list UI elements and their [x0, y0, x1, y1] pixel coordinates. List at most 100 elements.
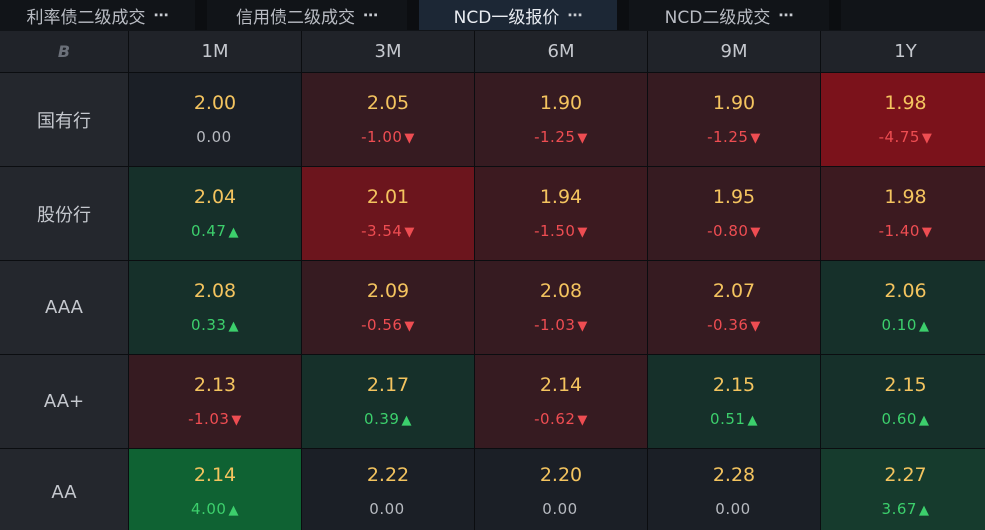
rate-change: -3.54 ▼ — [361, 222, 415, 242]
rate-value: 2.01 — [366, 185, 410, 208]
rate-change: -0.56 ▼ — [361, 316, 415, 336]
change-value: 4.00 — [191, 500, 227, 518]
rate-change: -0.62 ▼ — [534, 410, 588, 430]
quote-cell[interactable]: 2.05 -1.00 ▼ — [302, 73, 474, 166]
change-arrow-icon: ▼ — [577, 412, 588, 428]
change-value: -0.56 — [361, 315, 403, 334]
change-arrow-icon: ▼ — [750, 318, 761, 334]
change-value: 0.51 — [710, 409, 746, 428]
column-header-1m: 1M — [129, 31, 301, 72]
rate-change: 0.00 — [715, 500, 752, 520]
tab-credit-bond-secondary[interactable]: 信用债二级成交 ⋯ — [207, 0, 407, 30]
change-arrow-icon: ▼ — [750, 130, 761, 146]
change-arrow-icon: ▲ — [918, 503, 930, 518]
change-arrow-icon: ▼ — [577, 130, 588, 146]
change-value: -1.00 — [361, 127, 403, 146]
change-arrow-icon: ▲ — [228, 224, 239, 240]
quote-cell[interactable]: 2.08 -1.03 ▼ — [475, 261, 647, 354]
change-arrow-icon: ▼ — [577, 224, 588, 240]
rate-value: 2.09 — [366, 279, 410, 302]
quote-cell[interactable]: 2.09 -0.56 ▼ — [302, 261, 474, 354]
change-arrow-icon: ▲ — [401, 412, 412, 428]
change-value: -3.54 — [361, 221, 403, 240]
corner-cell: B — [0, 31, 128, 72]
quote-cell[interactable]: 1.90 -1.25 ▼ — [648, 73, 820, 166]
quote-cell[interactable]: 2.13 -1.03 ▼ — [129, 355, 301, 448]
change-arrow-icon: ▲ — [918, 412, 930, 428]
rate-change: -1.03 ▼ — [534, 316, 588, 336]
rate-change: -1.25 ▼ — [707, 128, 761, 148]
change-value: -1.25 — [707, 127, 749, 146]
tab-rate-bond-secondary[interactable]: 利率债二级成交 ⋯ — [0, 0, 195, 30]
row-label-aa: AA — [0, 449, 128, 530]
quote-cell[interactable]: 2.00 0.00 — [129, 73, 301, 166]
quote-cell[interactable]: 1.94 -1.50 ▼ — [475, 167, 647, 260]
change-arrow-icon: ▲ — [228, 503, 239, 518]
rate-value: 1.90 — [712, 91, 756, 114]
more-icon[interactable]: ⋯ — [567, 6, 582, 24]
tab-ncd-secondary[interactable]: NCD二级成交 ⋯ — [629, 0, 829, 30]
quote-cell[interactable]: 1.98 -1.40 ▼ — [821, 167, 985, 260]
change-value: 0.00 — [715, 500, 751, 518]
quote-cell[interactable]: 2.27 3.67 ▲ — [821, 449, 985, 530]
change-value: 0.00 — [196, 127, 232, 146]
change-arrow-icon: ▼ — [231, 412, 242, 428]
rate-change: 3.67 ▲ — [882, 500, 930, 520]
quote-cell[interactable]: 2.22 0.00 — [302, 449, 474, 530]
rate-value: 2.15 — [712, 373, 756, 396]
change-value: 0.00 — [369, 500, 405, 518]
change-value: 0.47 — [191, 221, 227, 240]
rate-value: 2.00 — [193, 91, 237, 114]
rate-value: 1.90 — [539, 91, 583, 114]
rate-change: 0.39 ▲ — [364, 410, 412, 430]
quote-cell[interactable]: 1.90 -1.25 ▼ — [475, 73, 647, 166]
row-label-joint-stock-bank: 股份行 — [0, 167, 128, 260]
change-value: 0.00 — [542, 500, 578, 518]
rate-change: -4.75 ▼ — [879, 128, 933, 148]
quote-cell[interactable]: 2.15 0.51 ▲ — [648, 355, 820, 448]
rate-value: 2.07 — [712, 279, 756, 302]
more-icon[interactable]: ⋯ — [363, 6, 378, 24]
quote-cell[interactable]: 2.01 -3.54 ▼ — [302, 167, 474, 260]
change-value: -1.25 — [534, 127, 576, 146]
quote-cell[interactable]: 2.07 -0.36 ▼ — [648, 261, 820, 354]
quote-cell[interactable]: 2.06 0.10 ▲ — [821, 261, 985, 354]
quote-cell[interactable]: 1.98 -4.75 ▼ — [821, 73, 985, 166]
rate-change: -1.25 ▼ — [534, 128, 588, 148]
quote-cell[interactable]: 2.20 0.00 — [475, 449, 647, 530]
change-value: 0.10 — [881, 315, 917, 334]
column-header-6m: 6M — [475, 31, 647, 72]
change-arrow-icon: ▲ — [747, 412, 758, 428]
tab-divider — [829, 0, 841, 30]
tab-divider — [617, 0, 629, 30]
tab-ncd-primary[interactable]: NCD一级报价 ⋯ — [419, 0, 617, 30]
rate-value: 2.06 — [884, 279, 927, 302]
change-arrow-icon: ▼ — [577, 318, 588, 334]
column-header-9m: 9M — [648, 31, 820, 72]
rate-change: -0.80 ▼ — [707, 222, 761, 242]
rate-change: 0.47 ▲ — [191, 222, 239, 242]
quote-cell[interactable]: 2.14 4.00 ▲ — [129, 449, 301, 530]
rate-change: -1.00 ▼ — [361, 128, 415, 148]
change-value: 3.67 — [881, 500, 917, 518]
quote-cell[interactable]: 2.28 0.00 — [648, 449, 820, 530]
quote-cell[interactable]: 2.08 0.33 ▲ — [129, 261, 301, 354]
rate-change: 0.33 ▲ — [191, 316, 239, 336]
rate-change: 0.00 — [196, 128, 233, 148]
rate-change: 0.00 — [369, 500, 406, 520]
rate-change: -1.40 ▼ — [879, 222, 933, 242]
quote-cell[interactable]: 2.15 0.60 ▲ — [821, 355, 985, 448]
quote-cell[interactable]: 1.95 -0.80 ▼ — [648, 167, 820, 260]
more-icon[interactable]: ⋯ — [154, 6, 169, 24]
quote-cell[interactable]: 2.04 0.47 ▲ — [129, 167, 301, 260]
rate-value: 2.15 — [884, 373, 927, 396]
row-label-state-owned-bank: 国有行 — [0, 73, 128, 166]
more-icon[interactable]: ⋯ — [778, 6, 793, 24]
quote-cell[interactable]: 2.17 0.39 ▲ — [302, 355, 474, 448]
change-value: -1.40 — [878, 221, 920, 240]
change-arrow-icon: ▼ — [921, 224, 933, 240]
rate-value: 2.22 — [366, 464, 410, 486]
column-header-3m: 3M — [302, 31, 474, 72]
quote-cell[interactable]: 2.14 -0.62 ▼ — [475, 355, 647, 448]
logo-icon: B — [57, 42, 71, 61]
